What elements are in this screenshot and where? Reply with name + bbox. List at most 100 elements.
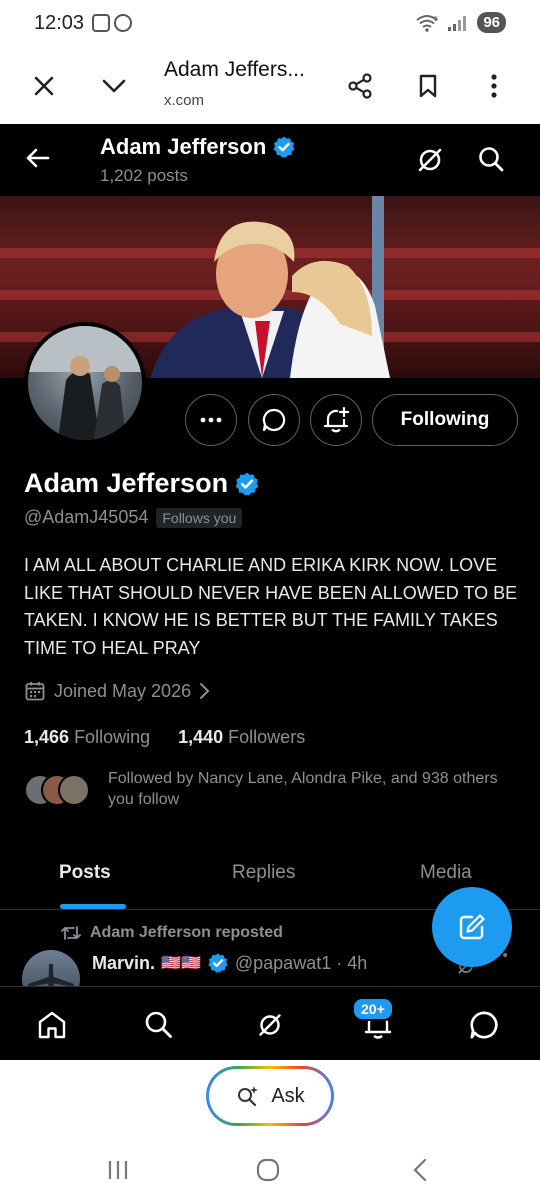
bottom-navigation: 20+ (0, 986, 540, 1060)
message-icon (262, 408, 286, 432)
more-actions-button[interactable] (185, 394, 237, 446)
messages-icon (470, 1011, 498, 1039)
profile-bio: I AM ALL ABOUT CHARLIE AND ERIKA KIRK NO… (24, 555, 518, 658)
tab-replies[interactable]: Replies (232, 862, 295, 884)
profile-header: Adam Jefferson 1,202 posts (0, 124, 540, 196)
bookmark-icon (419, 74, 437, 98)
followed-by-text: Followed by Nancy Lane, Alondra Pike, an… (108, 770, 498, 808)
status-bar: 12:03 5 96 (0, 0, 540, 48)
followers-count-link[interactable]: 1,440 Followers (178, 727, 305, 748)
status-right: 5 96 (415, 12, 506, 33)
grok-icon (259, 1014, 281, 1036)
more-options-button[interactable] (472, 64, 516, 108)
page-domain: x.com (164, 92, 205, 109)
page-title: Adam Jeffers... (164, 58, 305, 81)
post-handle-time: @papawat1 · 4h (234, 952, 368, 973)
nav-messages[interactable] (464, 1005, 504, 1045)
back-chevron-icon (413, 1158, 427, 1182)
header-name-text: Adam Jefferson (100, 134, 267, 159)
ask-button[interactable]: Ask (206, 1066, 334, 1126)
header-post-count: 1,202 posts (100, 166, 188, 185)
mutual-avatar (58, 774, 90, 806)
compose-icon (459, 914, 485, 940)
nav-search[interactable] (139, 1005, 179, 1045)
chevron-down-icon (102, 79, 126, 93)
notify-button[interactable] (310, 394, 362, 446)
grok-icon (418, 148, 442, 172)
profile-handle-row: @AdamJ45054 Follows you (24, 507, 243, 528)
status-time: 12:03 (34, 12, 85, 34)
browser-toolbar: Adam Jeffers... x.com (0, 48, 540, 124)
verified-badge-icon (235, 472, 259, 495)
tab-posts[interactable]: Posts (59, 862, 111, 884)
profile-name-text: Adam Jefferson (24, 468, 229, 498)
ask-label: Ask (271, 1084, 305, 1107)
follow-counts: 1,466 Following 1,440 Followers (24, 727, 305, 748)
home-system-button[interactable] (248, 1154, 288, 1186)
signal-icon (448, 15, 467, 31)
followed-by-row[interactable]: Followed by Nancy Lane, Alondra Pike, an… (24, 768, 524, 810)
search-icon (145, 1011, 172, 1038)
share-icon (348, 73, 372, 99)
battery-indicator: 96 (477, 12, 506, 33)
assistant-bar: Ask (0, 1060, 540, 1140)
followed-by-avatars (24, 774, 90, 808)
message-button[interactable] (248, 394, 300, 446)
ask-button-inner: Ask (209, 1069, 331, 1123)
notify-bell-plus-icon (323, 406, 350, 433)
followers-count-label: Followers (228, 727, 306, 747)
following-button[interactable]: Following (372, 394, 518, 446)
avatar-photo (28, 326, 142, 440)
home-icon (38, 1011, 66, 1039)
ask-search-sparkle-icon (238, 1086, 259, 1107)
profile-avatar[interactable] (24, 322, 146, 444)
app-notification-icon (114, 14, 132, 32)
share-button[interactable] (338, 64, 382, 108)
calendar-icon (25, 682, 45, 701)
wifi-icon: 5 (416, 14, 438, 32)
more-icon (200, 417, 222, 423)
close-button[interactable] (22, 64, 66, 108)
joined-label: Joined May 2026 (54, 680, 192, 701)
recent-apps-button[interactable] (98, 1154, 138, 1186)
back-button[interactable] (18, 138, 58, 178)
verified-badge-icon (208, 953, 228, 973)
minimize-button[interactable] (92, 64, 136, 108)
search-icon (479, 147, 504, 172)
search-button[interactable] (474, 142, 510, 178)
profile-name: Adam Jefferson (24, 468, 260, 499)
profile-handle: @AdamJ45054 (24, 507, 149, 527)
tab-media[interactable]: Media (420, 862, 472, 884)
following-count-link[interactable]: 1,466 Following (24, 727, 150, 748)
repost-label: Adam Jefferson reposted (90, 924, 283, 941)
home-circle-icon (256, 1158, 280, 1182)
follows-you-badge: Follows you (156, 507, 243, 528)
back-system-button[interactable] (400, 1154, 440, 1186)
screenshot-icon (92, 14, 110, 32)
followers-count: 1,440 (178, 727, 224, 747)
active-tab-indicator (60, 904, 126, 909)
grok-button[interactable] (412, 142, 448, 178)
nav-grok[interactable] (250, 1005, 290, 1045)
repost-indicator: Adam Jefferson reposted (60, 924, 283, 942)
header-name: Adam Jefferson (100, 134, 296, 160)
status-notification-icons (92, 14, 132, 32)
wifi-label: 5 (434, 16, 438, 23)
chevron-right-icon (200, 683, 210, 699)
repost-icon (61, 926, 81, 940)
post-author-name[interactable]: Marvin. (92, 953, 155, 974)
close-icon (34, 76, 54, 96)
nav-home[interactable] (32, 1005, 72, 1045)
post-header: Marvin. 🇺🇸🇺🇸 @papawat1 · 4h (92, 952, 367, 974)
bookmark-button[interactable] (406, 64, 450, 108)
recent-apps-icon (108, 1161, 128, 1179)
x-profile-page: Adam Jefferson 1,202 posts Following Ada… (0, 124, 540, 1060)
following-count: 1,466 (24, 727, 70, 747)
following-count-label: Following (74, 727, 151, 747)
verified-badge-icon (273, 136, 295, 158)
post-author-flags: 🇺🇸🇺🇸 (161, 955, 201, 972)
joined-date[interactable]: Joined May 2026 (24, 680, 211, 702)
notification-badge: 20+ (352, 997, 394, 1021)
more-vertical-icon (491, 74, 497, 98)
compose-post-button[interactable] (432, 887, 512, 967)
